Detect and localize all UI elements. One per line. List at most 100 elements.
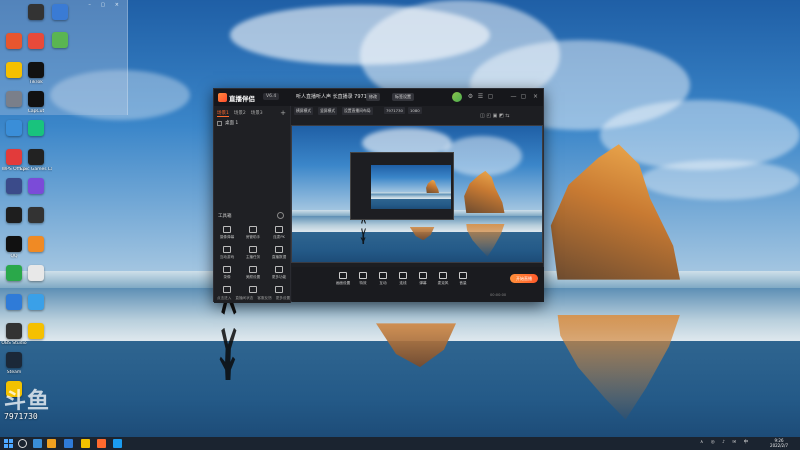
scene-source-item[interactable]: 桌面 1 (217, 120, 238, 126)
stream-title: 听人直播听人声 长直播录 7971730 (296, 94, 377, 100)
control-bar-item[interactable]: 特效 (354, 272, 372, 286)
tool-item[interactable]: 主播任务 (243, 246, 263, 260)
tool-item[interactable]: 录像 (217, 266, 237, 280)
desktop-icon[interactable] (46, 4, 74, 22)
app-icon (6, 33, 22, 49)
tab-scene-2[interactable]: 场景2 (234, 110, 246, 117)
tool-icon (275, 246, 283, 253)
stream-timer: 00:00:00 (490, 293, 507, 297)
portrait-mode-button[interactable]: 竖屏模式 (318, 107, 338, 115)
folder-window-controls[interactable]: – ▢ × (88, 2, 123, 8)
start-button[interactable] (4, 439, 13, 448)
app-icon (6, 352, 22, 368)
skin-icon[interactable]: ▢ (487, 93, 494, 100)
app-icon (6, 323, 22, 339)
sidebar-link[interactable]: 直播间状态 (235, 296, 253, 301)
tool-icon (223, 286, 231, 293)
app-icon (28, 236, 44, 252)
control-label: 音量 (459, 281, 467, 285)
settings-icon[interactable]: ⚙ (467, 93, 474, 100)
stream-preview[interactable] (291, 125, 543, 263)
app-icon (28, 265, 44, 281)
tool-item[interactable]: 连麦PK (269, 226, 289, 240)
tab-scene-3[interactable]: 场景3 (251, 110, 263, 117)
control-icon (439, 272, 447, 279)
app-icon (6, 207, 22, 223)
tool-item[interactable]: 美颜设置 (243, 266, 263, 280)
sidebar-link[interactable]: 点击进入 (217, 296, 231, 301)
tool-item[interactable]: 摄像弹幕 (217, 226, 237, 240)
toolbox-header: 工具箱 (218, 214, 232, 219)
tool-item[interactable]: 房管助手 (243, 226, 263, 240)
desktop-icon[interactable] (46, 32, 74, 50)
search-icon[interactable] (18, 439, 27, 448)
app-icon (52, 4, 68, 20)
tag-settings-button[interactable]: 标签设置 (392, 93, 414, 101)
control-bar-item[interactable]: 连线 (394, 272, 412, 286)
tool-item[interactable]: 互动游戏 (217, 246, 237, 260)
maximize-icon[interactable]: ▢ (520, 93, 527, 100)
control-label: 弹幕 (419, 281, 427, 285)
taskbar-clock[interactable]: 9:26 2022/2/7 (770, 438, 788, 448)
sidebar-bottom-links: 点击进入 直播间状态 客服反馈 更多设置 (217, 296, 290, 301)
app-icon (28, 178, 44, 194)
taskbar-app-1[interactable] (47, 439, 56, 448)
close-icon[interactable]: × (532, 93, 539, 100)
checkbox-icon[interactable] (217, 120, 222, 126)
app-title-bar[interactable]: 直播伴侣 V6.4 听人直播听人声 长直播录 7971730 修改 标签设置 ⚙… (214, 89, 543, 106)
desktop-icon[interactable]: CapCut (22, 91, 50, 114)
desktop-icon[interactable] (22, 323, 50, 341)
control-icon (459, 272, 467, 279)
tool-item[interactable]: 直播数据 (269, 246, 289, 260)
add-scene-button[interactable]: + (280, 109, 286, 117)
desktop-icon[interactable] (22, 294, 50, 312)
sidebar-link[interactable]: 更多设置 (276, 296, 290, 301)
taskbar-app-4[interactable] (97, 439, 106, 448)
tool-item[interactable] (243, 286, 263, 295)
windows-taskbar: ∧ ◎ ♪ ✉ 中 9:26 2022/2/7 (0, 437, 800, 450)
resolution-label: 1080 (408, 107, 422, 114)
toolbox-settings-icon[interactable] (277, 212, 284, 219)
tool-item[interactable] (269, 286, 289, 295)
desktop-icon[interactable] (22, 178, 50, 196)
go-live-button[interactable]: 开始直播 (510, 274, 538, 283)
desktop-icon[interactable] (22, 236, 50, 254)
control-bar-item[interactable]: 画面设置 (334, 272, 352, 286)
control-bar-item[interactable]: 麦克风 (434, 272, 452, 286)
desktop-icon-label: QQ (10, 254, 18, 259)
control-icon (339, 272, 347, 279)
minimize-icon[interactable]: — (510, 93, 517, 100)
taskbar-app-5[interactable] (113, 439, 122, 448)
layout-settings-button[interactable]: 设置直播间布局 (342, 107, 373, 115)
tool-icon (223, 266, 231, 273)
desktop-icon[interactable] (22, 120, 50, 138)
sidebar-link[interactable]: 客服反馈 (257, 296, 271, 301)
user-avatar[interactable] (452, 92, 462, 102)
view-icons[interactable]: ◫ ◰ ▣ ◩ ⇆ (480, 113, 509, 119)
tool-label: 摄像弹幕 (219, 235, 235, 239)
control-bar-item[interactable]: 弹幕 (414, 272, 432, 286)
app-version-badge: V6.4 (263, 93, 280, 100)
tab-scene-1[interactable]: 场景1 (217, 110, 229, 117)
control-icon (379, 272, 387, 279)
desktop-icon[interactable]: Steam (0, 352, 28, 375)
desktop-icon[interactable] (22, 207, 50, 225)
app-name: 直播伴侣 (229, 95, 255, 103)
taskbar-app-3[interactable] (81, 439, 90, 448)
control-bar-item[interactable]: 音量 (454, 272, 472, 286)
tool-item[interactable]: 更多功能 (269, 266, 289, 280)
system-tray[interactable]: ∧ ◎ ♪ ✉ 中 (700, 439, 751, 445)
edit-title-button[interactable]: 修改 (366, 93, 380, 101)
app-icon (6, 236, 22, 252)
tool-label: 互动游戏 (219, 255, 235, 259)
desktop-icon[interactable]: Epic Games Launcher (20, 149, 52, 172)
tool-item[interactable] (217, 286, 237, 295)
control-bar-item[interactable]: 互动 (374, 272, 392, 286)
landscape-mode-button[interactable]: 横屏模式 (294, 107, 314, 115)
desktop-icon[interactable] (22, 265, 50, 283)
taskbar-app-2[interactable] (64, 439, 73, 448)
task-view-icon[interactable] (33, 439, 42, 448)
tool-icon (223, 226, 231, 233)
menu-icon[interactable]: ☰ (477, 93, 484, 100)
desktop-icon[interactable]: TikTok (22, 62, 50, 85)
